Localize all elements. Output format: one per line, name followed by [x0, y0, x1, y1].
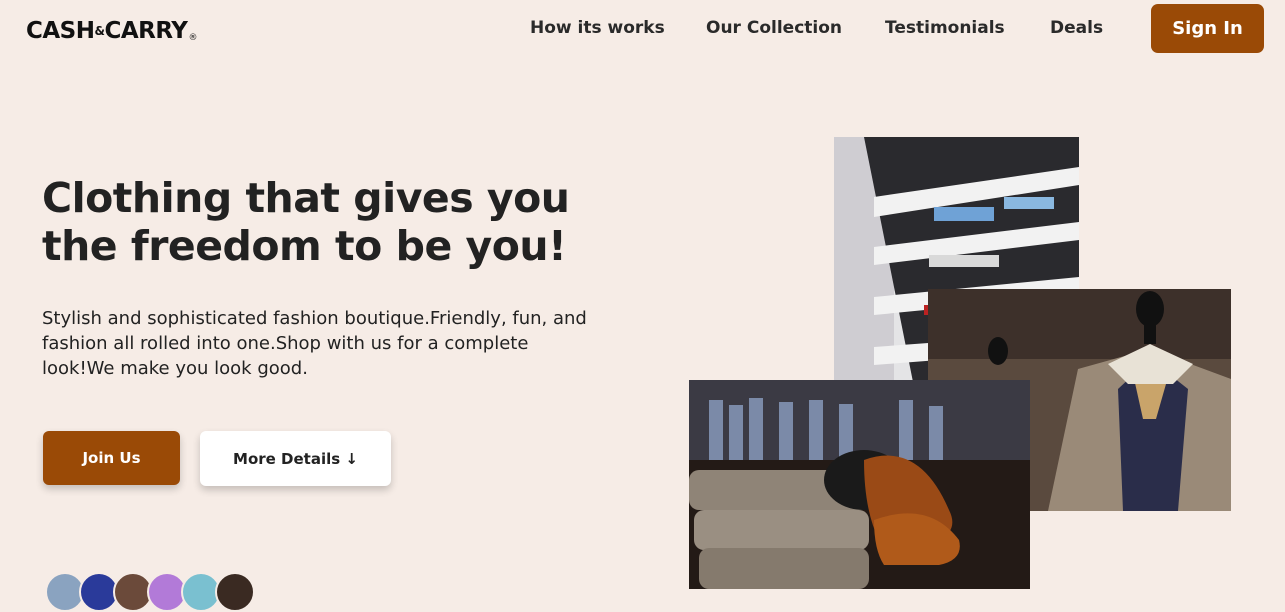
logo-ampersand: & [94, 24, 105, 38]
join-us-button[interactable]: Join Us [43, 431, 180, 485]
nav-testimonials[interactable]: Testimonials [885, 18, 1005, 38]
hero-title: Clothing that gives you the freedom to b… [42, 174, 570, 270]
sign-in-button[interactable]: Sign In [1151, 4, 1264, 53]
more-details-button[interactable]: More Details ↓ [200, 431, 391, 486]
logo-text-main: CASH [26, 18, 95, 44]
hero-description: Stylish and sophisticated fashion boutiq… [42, 308, 587, 379]
nav-deals[interactable]: Deals [1050, 18, 1103, 38]
nav-our-collection[interactable]: Our Collection [706, 18, 842, 38]
logo-registered-mark: ® [188, 33, 197, 43]
brand-logo[interactable]: CASH&CARRY® [26, 18, 197, 44]
logo-text-tail: CARRY [104, 18, 188, 44]
avatar [215, 572, 255, 612]
shoes-and-sweaters-image [689, 380, 1030, 589]
nav-how-it-works[interactable]: How its works [530, 18, 665, 38]
